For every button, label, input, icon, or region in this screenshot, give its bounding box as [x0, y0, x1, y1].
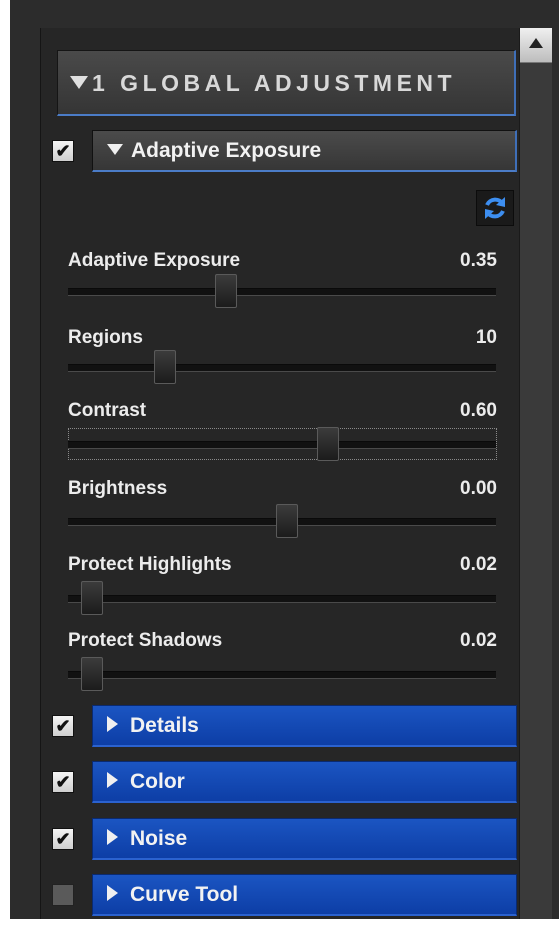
triangle-right-icon	[107, 716, 118, 733]
color-section-header[interactable]: Color	[92, 761, 517, 803]
adaptive-exposure-section-header[interactable]: Adaptive Exposure	[92, 130, 517, 172]
vertical-scrollbar[interactable]	[519, 28, 552, 919]
slider-thumb-protect-highlights[interactable]	[81, 581, 104, 615]
slider-label-regions: Regions	[68, 327, 143, 348]
section-title: Color	[130, 770, 185, 793]
slider-value-contrast: 0.60	[460, 400, 497, 421]
adaptive-exposure-checkbox[interactable]: ✔	[52, 140, 74, 162]
slider-thumb-adaptive-exposure[interactable]	[215, 274, 238, 308]
slider-value-regions: 10	[475, 327, 497, 348]
triangle-right-icon	[107, 885, 118, 902]
triangle-down-icon	[70, 76, 88, 90]
curve-tool-checkbox[interactable]	[52, 884, 74, 906]
section-title: Details	[130, 714, 199, 737]
slider-thumb-protect-shadows[interactable]	[81, 657, 104, 691]
slider-thumb-regions[interactable]	[154, 350, 177, 384]
slider-label-contrast: Contrast	[68, 400, 147, 421]
details-section-header[interactable]: Details	[92, 705, 517, 747]
arrow-up-icon	[529, 38, 543, 48]
slider-value-protect-shadows: 0.02	[460, 630, 497, 651]
slider-track-protect-shadows[interactable]	[68, 671, 496, 679]
slider-track-regions[interactable]	[68, 364, 496, 372]
checkmark-icon: ✔	[55, 772, 71, 792]
color-checkbox[interactable]: ✔	[52, 771, 74, 793]
slider-value-protect-highlights: 0.02	[460, 554, 497, 575]
checkmark-icon: ✔	[55, 141, 71, 161]
reset-button[interactable]	[476, 190, 514, 226]
refresh-icon	[485, 197, 505, 219]
slider-track-adaptive-exposure[interactable]	[68, 288, 496, 296]
section-title: Adaptive Exposure	[131, 139, 322, 162]
slider-label-brightness: Brightness	[68, 478, 168, 499]
triangle-right-icon	[107, 772, 118, 789]
noise-checkbox[interactable]: ✔	[52, 828, 74, 850]
noise-section-header[interactable]: Noise	[92, 818, 517, 860]
section-title: Noise	[130, 827, 188, 850]
slider-value-adaptive-exposure: 0.35	[460, 250, 497, 271]
checkmark-icon: ✔	[55, 716, 71, 736]
scroll-up-button[interactable]	[520, 28, 552, 63]
global-adjustment-header[interactable]: 1 GLOBAL ADJUSTMENT	[57, 50, 516, 116]
slider-label-adaptive-exposure: Adaptive Exposure	[68, 250, 241, 271]
section-title: Curve Tool	[130, 883, 239, 906]
slider-thumb-brightness[interactable]	[276, 504, 298, 538]
global-adjustment-label: 1 GLOBAL ADJUSTMENT	[92, 70, 457, 96]
slider-track-contrast[interactable]	[68, 441, 496, 449]
triangle-down-icon	[107, 143, 123, 155]
slider-track-protect-highlights[interactable]	[68, 595, 496, 603]
slider-thumb-contrast[interactable]	[316, 427, 339, 461]
slider-label-protect-shadows: Protect Shadows	[68, 630, 223, 651]
checkmark-icon: ✔	[55, 829, 71, 849]
triangle-right-icon	[107, 829, 118, 846]
curve-tool-section-header[interactable]: Curve Tool	[92, 874, 517, 916]
slider-label-protect-highlights: Protect Highlights	[68, 554, 232, 575]
details-checkbox[interactable]: ✔	[52, 715, 74, 737]
slider-value-brightness: 0.00	[460, 478, 497, 499]
